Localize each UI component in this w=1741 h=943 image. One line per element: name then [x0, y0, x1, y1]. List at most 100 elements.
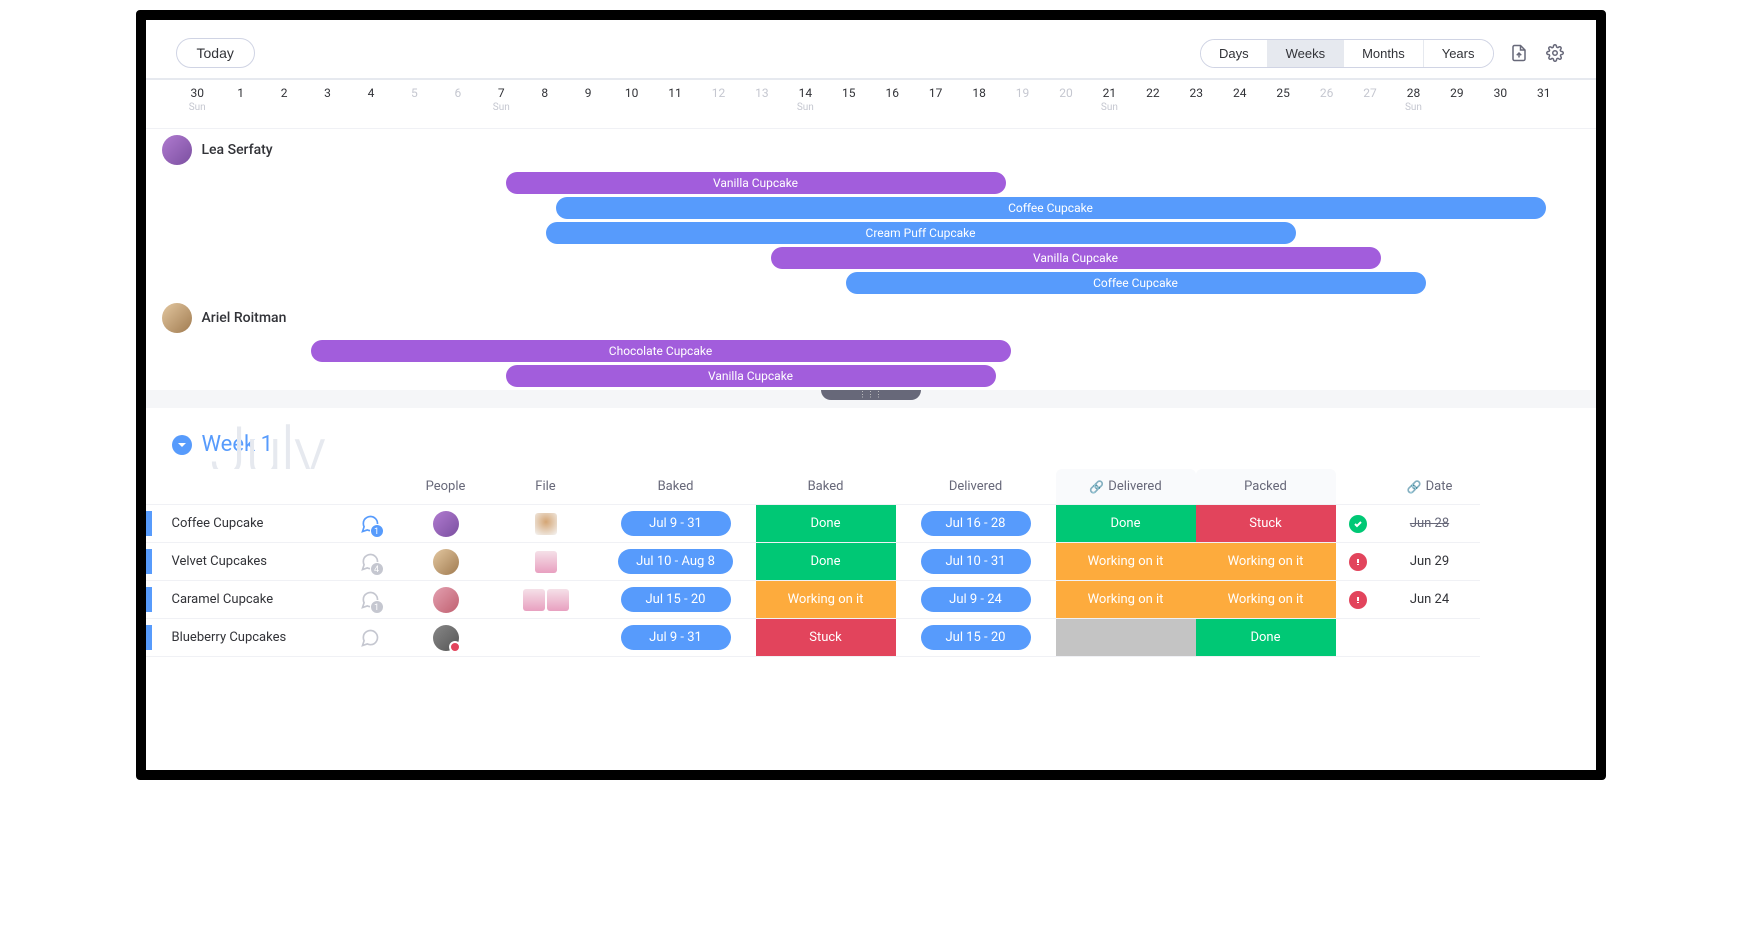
avatar	[162, 135, 192, 165]
people-cell[interactable]	[396, 581, 496, 619]
ruler-tick: 18	[957, 86, 1000, 114]
ruler-tick: 15	[827, 86, 870, 114]
view-years[interactable]: Years	[1423, 40, 1493, 67]
today-button[interactable]: Today	[176, 38, 255, 68]
avatar	[433, 511, 459, 537]
item-name: Blueberry Cupcakes	[162, 630, 348, 645]
ruler-tick: 12	[697, 86, 740, 114]
timeline-bar[interactable]: Coffee Cupcake	[846, 272, 1426, 294]
alert-icon	[1349, 553, 1367, 571]
baked-date-cell[interactable]: Jul 9 - 31	[596, 619, 756, 657]
timeline-bar[interactable]: Vanilla Cupcake	[506, 365, 996, 387]
lane-name: Ariel Roitman	[202, 310, 287, 326]
group-collapse-icon[interactable]	[172, 435, 192, 455]
column-header[interactable]: 🔗Date	[1380, 469, 1480, 505]
baked-status-cell[interactable]: Working on it	[756, 581, 896, 619]
packed-status-cell[interactable]: Working on it	[1196, 543, 1336, 581]
delivered-date-cell[interactable]: Jul 16 - 28	[896, 505, 1056, 543]
delivered-status-cell[interactable]: Working on it	[1056, 543, 1196, 581]
pane-resize-handle[interactable]: ⋮⋮⋮	[146, 390, 1596, 408]
lane-header[interactable]: Ariel Roitman	[146, 297, 1596, 339]
ruler-tick: 28Sun	[1392, 86, 1435, 114]
delivered-date-cell[interactable]: Jul 10 - 31	[896, 543, 1056, 581]
date-cell[interactable]: Jun 24	[1380, 581, 1480, 619]
item-name: Coffee Cupcake	[162, 516, 348, 531]
timeline-bar[interactable]: Chocolate Cupcake	[311, 340, 1011, 362]
export-icon[interactable]	[1508, 42, 1530, 64]
timeline-bar[interactable]: Vanilla Cupcake	[771, 247, 1381, 269]
ruler-tick: 22	[1131, 86, 1174, 114]
file-cell[interactable]	[496, 619, 596, 657]
column-header[interactable]: 🔗Delivered	[1056, 469, 1196, 505]
ruler-tick: 10	[610, 86, 653, 114]
view-weeks[interactable]: Weeks	[1267, 40, 1344, 67]
gear-icon[interactable]	[1544, 42, 1566, 64]
item-cell[interactable]: Velvet Cupcakes4	[146, 543, 396, 581]
baked-status-cell[interactable]: Done	[756, 543, 896, 581]
people-cell[interactable]	[396, 619, 496, 657]
chat-count-badge: 1	[370, 524, 384, 538]
date-cell[interactable]: Jun 28	[1380, 505, 1480, 543]
column-header[interactable]: People	[396, 469, 496, 505]
ruler-tick: 23	[1175, 86, 1218, 114]
baked-status-cell[interactable]: Done	[756, 505, 896, 543]
ruler-tick: 8	[523, 86, 566, 114]
link-icon: 🔗	[1407, 480, 1422, 494]
chat-icon[interactable]: 4	[358, 550, 382, 574]
baked-date-cell[interactable]: Jul 15 - 20	[596, 581, 756, 619]
item-name: Caramel Cupcake	[162, 592, 348, 607]
column-header[interactable]: Packed	[1196, 469, 1336, 505]
file-cell[interactable]	[496, 543, 596, 581]
delivered-status-cell[interactable]	[1056, 619, 1196, 657]
ruler-tick: 7Sun	[480, 86, 523, 114]
column-header[interactable]: Delivered	[896, 469, 1056, 505]
toolbar: Today DaysWeeksMonthsYears	[146, 20, 1596, 78]
people-cell[interactable]	[396, 505, 496, 543]
lane-header[interactable]: Lea Serfaty	[146, 129, 1596, 171]
column-header[interactable]	[1336, 469, 1380, 505]
chat-icon[interactable]: 1	[358, 512, 382, 536]
delivered-date-cell[interactable]: Jul 9 - 24	[896, 581, 1056, 619]
ruler-tick: 24	[1218, 86, 1261, 114]
items-table: PeopleFileBakedBakedDelivered🔗DeliveredP…	[146, 469, 1596, 657]
packed-status-cell[interactable]: Stuck	[1196, 505, 1336, 543]
column-header[interactable]: Baked	[596, 469, 756, 505]
delivered-status-cell[interactable]: Working on it	[1056, 581, 1196, 619]
item-cell[interactable]: Coffee Cupcake 1	[146, 505, 396, 543]
date-cell[interactable]	[1380, 619, 1480, 657]
packed-status-cell[interactable]: Working on it	[1196, 581, 1336, 619]
ruler-tick: 20	[1044, 86, 1087, 114]
view-days[interactable]: Days	[1201, 40, 1267, 67]
ruler-tick: 14Sun	[784, 86, 827, 114]
file-cell[interactable]	[496, 581, 596, 619]
ruler-tick: 30	[1479, 86, 1522, 114]
ruler-tick: 29	[1435, 86, 1478, 114]
baked-date-cell[interactable]: Jul 10 - Aug 8	[596, 543, 756, 581]
people-cell[interactable]	[396, 543, 496, 581]
timeline-bar[interactable]: Coffee Cupcake	[556, 197, 1546, 219]
file-thumbnail	[523, 589, 545, 611]
chat-icon[interactable]: 1	[358, 588, 382, 612]
delivered-date-cell[interactable]: Jul 15 - 20	[896, 619, 1056, 657]
chat-icon[interactable]	[358, 626, 382, 650]
date-cell[interactable]: Jun 29	[1380, 543, 1480, 581]
baked-status-cell[interactable]: Stuck	[756, 619, 896, 657]
view-months[interactable]: Months	[1343, 40, 1423, 67]
ruler-tick: 13	[740, 86, 783, 114]
timeline-bar[interactable]: Cream Puff Cupcake	[546, 222, 1296, 244]
column-header-item	[146, 469, 396, 505]
view-segmented-control: DaysWeeksMonthsYears	[1200, 39, 1494, 68]
item-cell[interactable]: Blueberry Cupcakes	[146, 619, 396, 657]
delivered-status-cell[interactable]: Done	[1056, 505, 1196, 543]
column-header[interactable]: Baked	[756, 469, 896, 505]
item-cell[interactable]: Caramel Cupcake 1	[146, 581, 396, 619]
packed-status-cell[interactable]: Done	[1196, 619, 1336, 657]
group-header[interactable]: Week 1	[146, 408, 1596, 469]
column-header[interactable]: File	[496, 469, 596, 505]
alert-icon	[1349, 591, 1367, 609]
timeline-bar[interactable]: Vanilla Cupcake	[506, 172, 1006, 194]
ruler-tick: 30Sun	[176, 86, 219, 114]
file-cell[interactable]	[496, 505, 596, 543]
baked-date-cell[interactable]: Jul 9 - 31	[596, 505, 756, 543]
ruler-tick: 26	[1305, 86, 1348, 114]
